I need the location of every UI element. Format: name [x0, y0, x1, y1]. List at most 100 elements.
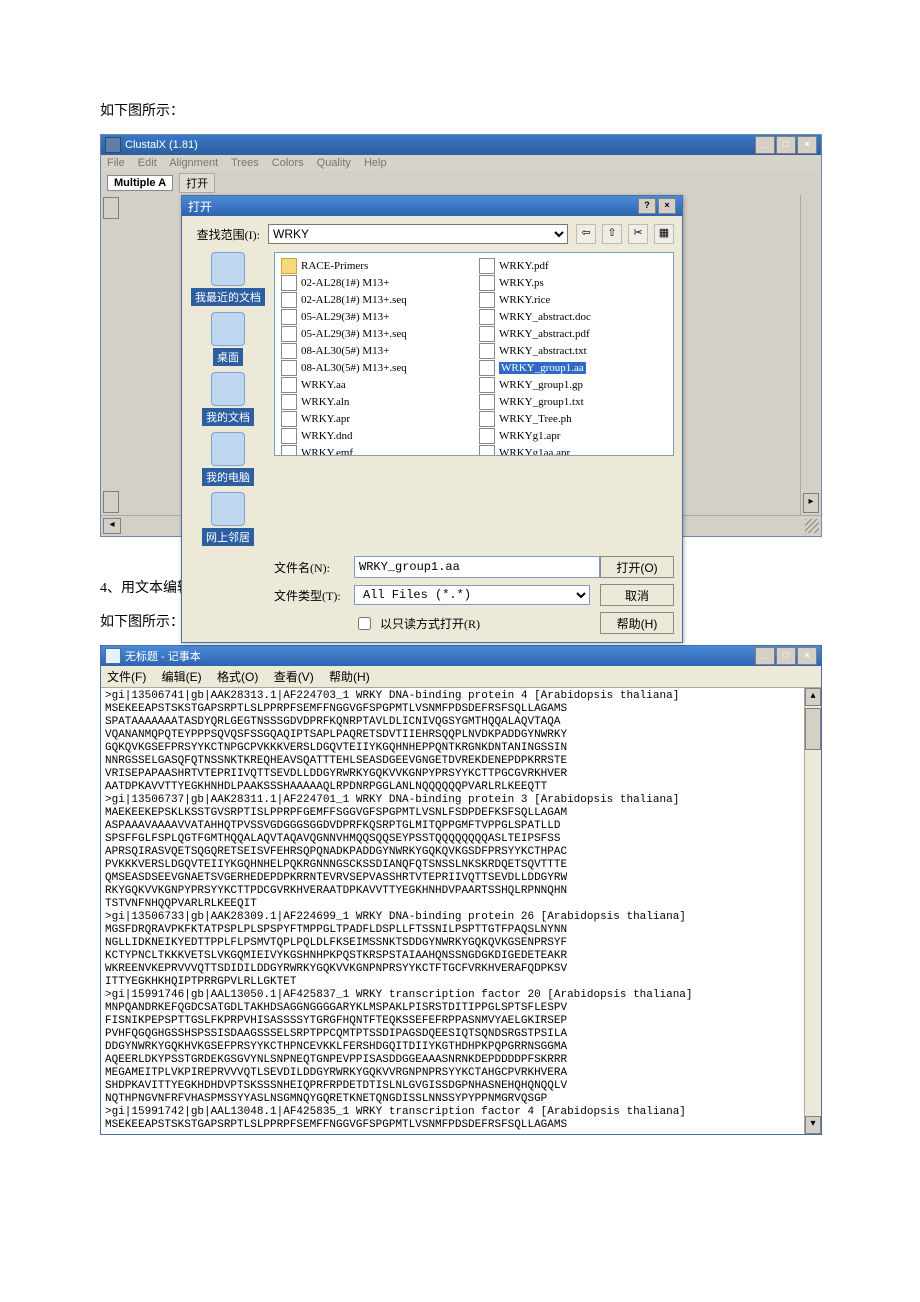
file-name: WRKY.apr: [301, 413, 350, 425]
file-item[interactable]: WRKY.pdf: [479, 257, 667, 274]
file-icon: [479, 428, 495, 444]
file-icon: [479, 309, 495, 325]
maximize-button[interactable]: □: [776, 136, 796, 154]
file-icon: [281, 360, 297, 376]
scroll-down-icon[interactable]: ▾: [805, 1116, 821, 1134]
nav-up-icon[interactable]: ⇧: [602, 224, 622, 244]
file-item[interactable]: 02-AL28(1#) M13+: [281, 274, 469, 291]
nav-views-icon[interactable]: ▦: [654, 224, 674, 244]
file-item[interactable]: WRKY.aln: [281, 393, 469, 410]
np-minimize-button[interactable]: _: [755, 647, 775, 665]
place-desktop[interactable]: 桌面: [211, 312, 245, 366]
file-name: WRKY_Tree.ph: [499, 413, 572, 425]
file-icon: [479, 326, 495, 342]
place-recent[interactable]: 我最近的文档: [191, 252, 265, 306]
file-item[interactable]: WRKY.dnd: [281, 427, 469, 444]
dialog-close-button[interactable]: ×: [658, 198, 676, 214]
notepad-titlebar[interactable]: 无标题 - 记事本 _ □ ×: [101, 646, 821, 666]
file-icon: [281, 309, 297, 325]
gutter-bottom: [103, 491, 119, 513]
menu-alignment[interactable]: Alignment: [169, 157, 218, 169]
np-close-button[interactable]: ×: [797, 647, 817, 665]
file-item[interactable]: 08-AL30(5#) M13+: [281, 342, 469, 359]
scroll-left-icon[interactable]: ◂: [103, 518, 121, 534]
cancel-button[interactable]: 取消: [600, 584, 674, 606]
places-bar: 我最近的文档 桌面 我的文档 我的电脑 网上邻居: [190, 252, 266, 546]
readonly-checkbox[interactable]: [358, 617, 371, 630]
file-item[interactable]: WRKY_group1.aa: [479, 359, 667, 376]
scroll-up-icon[interactable]: ▴: [805, 688, 821, 706]
alignment-area: 打开 ? × 查找范围(I): WRKY ⇦ ⇧ ✂ ▦: [121, 195, 800, 515]
file-icon: [281, 377, 297, 393]
file-item[interactable]: 05-AL29(3#) M13+.seq: [281, 325, 469, 342]
filetype-select[interactable]: All Files (*.*): [354, 585, 590, 605]
file-item[interactable]: 08-AL30(5#) M13+.seq: [281, 359, 469, 376]
file-item[interactable]: WRKY.rice: [479, 291, 667, 308]
np-maximize-button[interactable]: □: [776, 647, 796, 665]
file-icon: [479, 292, 495, 308]
titlebar[interactable]: ClustalX (1.81) _ □ ×: [101, 135, 821, 155]
np-menu-view[interactable]: 查看(V): [274, 670, 314, 684]
file-item[interactable]: 02-AL28(1#) M13+.seq: [281, 291, 469, 308]
scroll-thumb[interactable]: [805, 708, 821, 750]
np-menu-file[interactable]: 文件(F): [107, 670, 146, 684]
file-item[interactable]: WRKYg1.apr: [479, 427, 667, 444]
place-network[interactable]: 网上邻居: [202, 492, 254, 546]
file-item[interactable]: WRKY_abstract.doc: [479, 308, 667, 325]
nav-newfolder-icon[interactable]: ✂: [628, 224, 648, 244]
menu-trees[interactable]: Trees: [231, 157, 259, 169]
menu-bar[interactable]: File Edit Alignment Trees Colors Quality…: [101, 155, 821, 171]
file-name: 05-AL29(3#) M13+.seq: [301, 328, 407, 340]
file-item[interactable]: WRKY_abstract.txt: [479, 342, 667, 359]
file-item[interactable]: WRKYg1aa.apr: [479, 444, 667, 456]
file-item[interactable]: WRKY.emf: [281, 444, 469, 456]
scroll-right-icon[interactable]: ▸: [803, 493, 819, 513]
np-menu-edit[interactable]: 编辑(E): [162, 670, 202, 684]
file-icon: [479, 275, 495, 291]
file-icon: [479, 258, 495, 274]
file-item[interactable]: WRKY.apr: [281, 410, 469, 427]
file-name: WRKY.aln: [301, 396, 349, 408]
notepad-menu[interactable]: 文件(F) 编辑(E) 格式(O) 查看(V) 帮助(H): [101, 666, 821, 688]
file-list[interactable]: RACE-Primers02-AL28(1#) M13+ 02-AL28(1#) …: [274, 252, 674, 456]
lookin-label: 查找范围(I):: [190, 226, 260, 243]
file-name: WRKY.emf: [301, 447, 353, 457]
file-item[interactable]: WRKY_abstract.pdf: [479, 325, 667, 342]
file-icon: [281, 326, 297, 342]
menu-file[interactable]: File: [107, 157, 125, 169]
filename-input[interactable]: [354, 556, 600, 578]
file-item[interactable]: WRKY.ps: [479, 274, 667, 291]
dialog-titlebar[interactable]: 打开 ? ×: [182, 196, 682, 216]
right-scrollbar[interactable]: ▸: [800, 195, 821, 515]
close-button[interactable]: ×: [797, 136, 817, 154]
menu-help[interactable]: Help: [364, 157, 387, 169]
clustalx-window: ClustalX (1.81) _ □ × File Edit Alignmen…: [100, 134, 822, 537]
help-button[interactable]: 帮助(H): [600, 612, 674, 634]
notepad-text-area[interactable]: >gi|13506741|gb|AAK28313.1|AF224703_1 WR…: [101, 688, 804, 1134]
file-item[interactable]: 05-AL29(3#) M13+: [281, 308, 469, 325]
file-item[interactable]: WRKY.aa: [281, 376, 469, 393]
place-computer[interactable]: 我的电脑: [202, 432, 254, 486]
file-name: 02-AL28(1#) M13+.seq: [301, 294, 407, 306]
np-menu-format[interactable]: 格式(O): [217, 670, 258, 684]
menu-colors[interactable]: Colors: [272, 157, 304, 169]
dialog-help-button[interactable]: ?: [638, 198, 656, 214]
alignment-mode[interactable]: Multiple A: [107, 175, 173, 191]
place-documents[interactable]: 我的文档: [202, 372, 254, 426]
menu-edit[interactable]: Edit: [138, 157, 157, 169]
lookin-select[interactable]: WRKY: [268, 224, 568, 244]
file-item[interactable]: RACE-Primers: [281, 257, 469, 274]
file-item[interactable]: WRKY_group1.gp: [479, 376, 667, 393]
open-button[interactable]: 打开(O): [600, 556, 674, 578]
file-name: 08-AL30(5#) M13+.seq: [301, 362, 407, 374]
file-name: WRKY_group1.aa: [499, 362, 586, 374]
nav-back-icon[interactable]: ⇦: [576, 224, 596, 244]
minimize-button[interactable]: _: [755, 136, 775, 154]
menu-quality[interactable]: Quality: [317, 157, 351, 169]
resize-grip[interactable]: [805, 519, 819, 533]
font-button[interactable]: 打开: [179, 173, 215, 193]
np-menu-help[interactable]: 帮助(H): [329, 670, 370, 684]
file-item[interactable]: WRKY_group1.txt: [479, 393, 667, 410]
file-item[interactable]: WRKY_Tree.ph: [479, 410, 667, 427]
np-vertical-scrollbar[interactable]: ▴ ▾: [804, 688, 821, 1134]
